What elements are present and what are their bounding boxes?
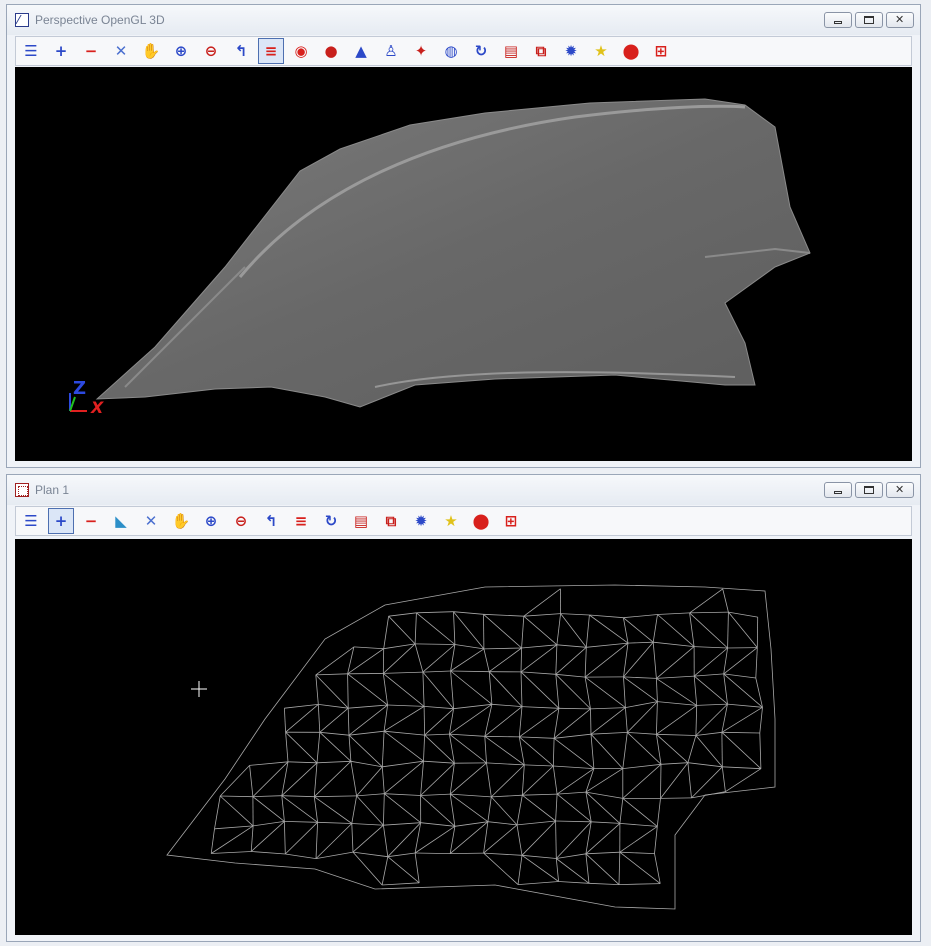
joystick-icon[interactable]: ♙	[378, 38, 404, 64]
tile-windows-icon[interactable]: ⊞	[498, 508, 524, 534]
view-toolbar: ☰ + − ◣ ✕ ✋ ⊕ ⊖ ↰ ≡ ↻ ▤ ⧉ ✹ ★ ⬤ ⊞	[15, 506, 912, 536]
undo-view-icon[interactable]: ↰	[258, 508, 284, 534]
wireframe-mesh	[166, 584, 776, 910]
window-titlebar[interactable]: Plan 1	[7, 475, 920, 505]
axis-triad: Z X	[69, 378, 104, 417]
zoom-in-plus-icon[interactable]: +	[48, 38, 74, 64]
zoom-out-minus-icon[interactable]: −	[78, 508, 104, 534]
menu-icon[interactable]: ☰	[18, 38, 44, 64]
steering-wheel-icon[interactable]: ◍	[438, 38, 464, 64]
zoom-out-minus-icon[interactable]: −	[78, 38, 104, 64]
perspective-3d-window: Perspective OpenGL 3D ☰+−✕✋⊕⊖↰≡◉●▲♙✦◍↻▤⧉…	[6, 4, 921, 468]
shading-icon[interactable]: ●	[318, 38, 344, 64]
window-titlebar[interactable]: Perspective OpenGL 3D	[7, 5, 920, 35]
location-pin-icon[interactable]: ⬤	[468, 508, 494, 534]
settings-gear-icon[interactable]: ✹	[558, 38, 584, 64]
view-toolbar: ☰ + − ✕ ✋ ⊕ ⊖ ↰ ≡ ◉ ● ▲ ♙ ✦ ◍ ↻ ▤ ⧉ ✹ ★ ⬤ ⊞	[15, 36, 912, 66]
minimize-button[interactable]	[824, 12, 852, 28]
walk-icon[interactable]: ✦	[408, 38, 434, 64]
favorites-star-icon[interactable]: ★	[588, 38, 614, 64]
crosshair-cursor	[191, 681, 207, 697]
perspective-app-icon	[15, 13, 29, 27]
model-icon[interactable]: ▲	[348, 38, 374, 64]
pan-hand-icon[interactable]: ✋	[138, 38, 164, 64]
print-icon[interactable]: ▤	[348, 508, 374, 534]
zoom-in-plus-icon[interactable]: +	[48, 508, 74, 534]
surface-render: Z X	[69, 98, 811, 417]
eye-view-icon[interactable]: ◉	[288, 38, 314, 64]
tile-windows-icon[interactable]: ⊞	[648, 38, 674, 64]
plan-viewport[interactable]	[15, 539, 912, 935]
restore-button[interactable]	[855, 12, 883, 28]
zoom-magnify-icon[interactable]: ⊖	[198, 38, 224, 64]
zoom-magnify-icon[interactable]: ⊖	[228, 508, 254, 534]
close-button[interactable]	[886, 482, 914, 498]
zoom-extents-icon[interactable]: ✕	[138, 508, 164, 534]
close-button[interactable]	[886, 12, 914, 28]
layers-icon[interactable]: ≡	[258, 38, 284, 64]
print-icon[interactable]: ▤	[498, 38, 524, 64]
undo-view-icon[interactable]: ↰	[228, 38, 254, 64]
plan-app-icon	[15, 483, 29, 497]
shovel-icon[interactable]: ◣	[108, 508, 134, 534]
copy-view-icon[interactable]: ⧉	[528, 38, 554, 64]
x-axis-label: X	[90, 398, 104, 417]
copy-view-icon[interactable]: ⧉	[378, 508, 404, 534]
window-title: Plan 1	[35, 483, 70, 497]
refresh-icon[interactable]: ↻	[468, 38, 494, 64]
minimize-button[interactable]	[824, 482, 852, 498]
3d-viewport[interactable]: Z X	[15, 67, 912, 461]
location-pin-icon[interactable]: ⬤	[618, 38, 644, 64]
favorites-star-icon[interactable]: ★	[438, 508, 464, 534]
settings-gear-icon[interactable]: ✹	[408, 508, 434, 534]
window-title: Perspective OpenGL 3D	[35, 13, 165, 27]
pan-hand-icon[interactable]: ✋	[168, 508, 194, 534]
menu-icon[interactable]: ☰	[18, 508, 44, 534]
zoom-extents-icon[interactable]: ✕	[108, 38, 134, 64]
restore-button[interactable]	[855, 482, 883, 498]
z-axis-label: Z	[73, 378, 86, 399]
zoom-window-icon[interactable]: ⊕	[198, 508, 224, 534]
plan-window: Plan 1 ☰+−◣✕✋⊕⊖↰≡↻▤⧉✹★⬤⊞	[6, 474, 921, 942]
layers-icon[interactable]: ≡	[288, 508, 314, 534]
zoom-window-icon[interactable]: ⊕	[168, 38, 194, 64]
refresh-icon[interactable]: ↻	[318, 508, 344, 534]
